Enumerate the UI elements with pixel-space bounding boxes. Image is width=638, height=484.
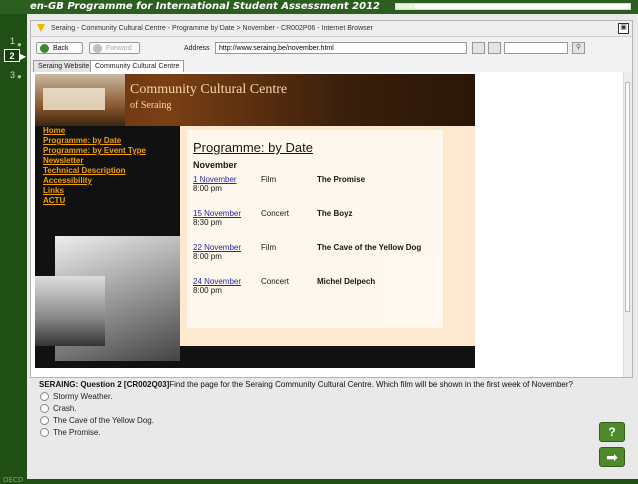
- menu-link-accessibility[interactable]: Accessibility: [43, 176, 146, 186]
- go-forward-small-button[interactable]: [488, 42, 501, 54]
- app-title: en-GB Programme for International Studen…: [30, 1, 380, 12]
- event-name: The Boyz: [317, 209, 353, 218]
- current-step-arrow-icon: ▶: [20, 52, 27, 61]
- browser-icon: [37, 24, 45, 33]
- menu-link-home[interactable]: Home: [43, 126, 146, 136]
- address-input[interactable]: http://www.seraing.be/november.html: [215, 42, 467, 54]
- event-kind: Concert: [261, 209, 290, 218]
- event-name: Michel Delpech: [317, 277, 376, 286]
- next-arrow-button[interactable]: ➡: [599, 447, 625, 467]
- event-time: 8:00 pm: [193, 252, 222, 261]
- event-kind: Film: [261, 243, 277, 252]
- event-date-link[interactable]: 15 November: [193, 209, 241, 218]
- radio-button[interactable]: [40, 416, 49, 426]
- site-left-panel: Home Programme: by Date Programme: by Ev…: [35, 126, 180, 368]
- menu-link-technical-description[interactable]: Technical Description: [43, 166, 146, 176]
- month-heading: November: [193, 160, 238, 170]
- event-name: The Cave of the Yellow Dog: [317, 243, 422, 252]
- pisa-logo: OECD: [3, 476, 24, 484]
- browser-viewport: Community Cultural Centre of Seraing Hom…: [31, 72, 632, 377]
- browser-toolbar: Back Forward Address http://www.seraing.…: [31, 37, 632, 58]
- address-label: Address: [184, 45, 210, 52]
- website-page: Community Cultural Centre of Seraing Hom…: [35, 74, 475, 368]
- site-footer-band: [180, 346, 475, 368]
- site-menu: Home Programme: by Date Programme: by Ev…: [43, 126, 146, 206]
- question-label: SERAING: Question 2 [CR002Q03]: [39, 380, 170, 389]
- main-area: Seraing - Community Cultural Centre - Pr…: [27, 14, 638, 479]
- building-photo: [35, 74, 125, 126]
- simulated-browser: Seraing - Community Cultural Centre - Pr…: [30, 20, 633, 378]
- app-title-bar: en-GB Programme for International Studen…: [0, 0, 638, 14]
- site-title: Community Cultural Centre: [130, 82, 288, 97]
- browser-titlebar: Seraing - Community Cultural Centre - Pr…: [31, 21, 632, 37]
- building-image: [35, 276, 105, 346]
- step-3[interactable]: 3: [10, 70, 15, 80]
- search-icon[interactable]: ⚲: [572, 42, 585, 54]
- page-title: Programme: by Date: [193, 140, 313, 155]
- menu-link-actu[interactable]: ACTU: [43, 196, 146, 206]
- radio-button[interactable]: [40, 404, 49, 414]
- menu-link-links[interactable]: Links: [43, 186, 146, 196]
- event-time: 8:30 pm: [193, 218, 222, 227]
- answer-option[interactable]: The Promise.: [40, 428, 101, 438]
- event-date-link[interactable]: 22 November: [193, 243, 241, 252]
- radio-button[interactable]: [40, 428, 49, 438]
- forward-arrow-icon: [93, 44, 102, 53]
- unit-navigation: 1 ● 2 ▶ 3 ● OECD: [0, 14, 27, 484]
- browser-tabs: Seraing Website Community Cultural Centr…: [31, 58, 632, 74]
- event-time: 8:00 pm: [193, 184, 222, 193]
- site-header: Community Cultural Centre of Seraing: [35, 74, 475, 126]
- forward-button[interactable]: Forward: [89, 42, 140, 54]
- event-kind: Film: [261, 175, 277, 184]
- event-date-link[interactable]: 24 November: [193, 277, 241, 286]
- help-button[interactable]: ?: [599, 422, 625, 442]
- question-text: SERAING: Question 2 [CR002Q03]Find the p…: [39, 380, 573, 389]
- question-prompt: Find the page for the Seraing Community …: [169, 380, 573, 389]
- back-button[interactable]: Back: [36, 42, 83, 54]
- menu-link-newsletter[interactable]: Newsletter: [43, 156, 146, 166]
- progress-bar: [395, 3, 631, 10]
- radio-button[interactable]: [40, 392, 49, 402]
- answer-option[interactable]: The Cave of the Yellow Dog.: [40, 416, 154, 426]
- scrollbar-thumb[interactable]: [625, 82, 630, 312]
- step-dot-icon: ●: [17, 72, 22, 81]
- answer-option[interactable]: Crash.: [40, 404, 77, 414]
- search-input[interactable]: [504, 42, 568, 54]
- window-title: Seraing - Community Cultural Centre - Pr…: [50, 25, 373, 32]
- answer-option[interactable]: Stormy Weather.: [40, 392, 112, 402]
- event-time: 8:00 pm: [193, 286, 222, 295]
- menu-link-programme-by-event-type[interactable]: Programme: by Event Type: [43, 146, 146, 156]
- step-1[interactable]: 1: [10, 36, 15, 46]
- menu-link-programme-by-date[interactable]: Programme: by Date: [43, 136, 146, 146]
- back-arrow-icon: [40, 44, 49, 53]
- go-back-small-button[interactable]: [472, 42, 485, 54]
- event-date-link[interactable]: 1 November: [193, 175, 237, 184]
- step-2-current[interactable]: 2: [4, 49, 20, 62]
- programme-content: Programme: by Date November 1 November 8…: [187, 130, 443, 328]
- window-close-icon[interactable]: ▣: [618, 23, 629, 34]
- vertical-scrollbar[interactable]: [623, 72, 632, 377]
- event-name: The Promise: [317, 175, 366, 184]
- event-kind: Concert: [261, 277, 290, 286]
- site-subtitle: of Seraing: [130, 100, 172, 111]
- progress-fill: [396, 4, 415, 9]
- step-dot-icon: ●: [17, 40, 22, 49]
